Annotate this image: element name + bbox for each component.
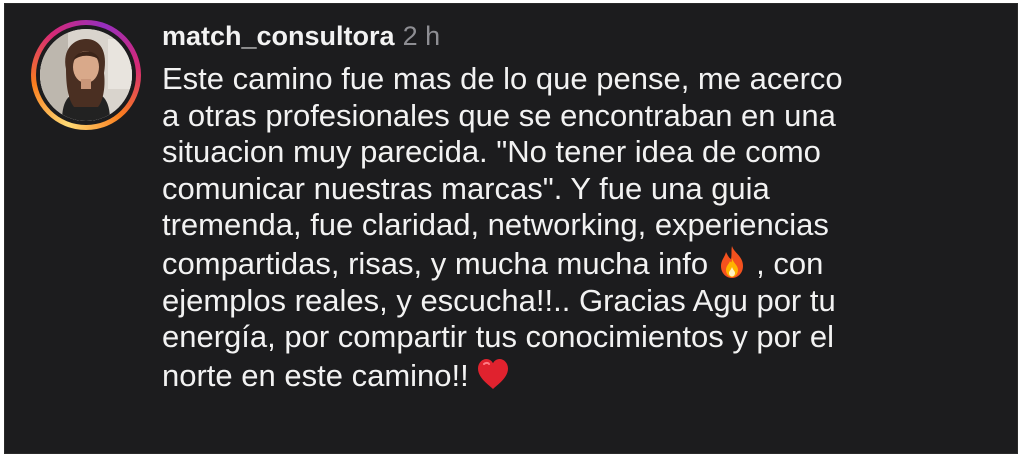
comment-line-part: compartidas, risas, y mucha mucha info [162,245,709,281]
comment-line: a otras profesionales que se encontraban… [162,97,836,133]
fire-emoji-icon [714,244,750,280]
comment-line-part: , con [756,245,824,281]
comment-line: comunicar nuestras marcas". Y fue una gu… [162,170,770,206]
comment-line: norte en este camino!! [162,356,1012,395]
profile-photo [40,29,132,121]
red-heart-emoji-icon [475,356,511,392]
comment-line: ejemplos reales, y escucha!!.. Gracias A… [162,282,836,318]
comment-header: match_consultora 2 h [162,16,440,56]
comment-line: Este camino fue mas de lo que pense, me … [162,61,843,96]
comment-line: tremenda, fue claridad, networking, expe… [162,207,829,243]
comment-text: Este camino fue mas de lo que pense, me … [162,61,1012,394]
username[interactable]: match_consultora [162,21,395,51]
timestamp: 2 h [402,21,441,51]
comment-line-part: norte en este camino!! [162,357,469,393]
comment-line: situacion muy parecida. "No tener idea d… [162,134,821,170]
comment-card: match_consultora 2 h Este camino fue mas … [4,3,1018,454]
story-ring[interactable] [31,20,141,130]
comment-line: energía, por compartir tus conocimientos… [162,319,834,355]
avatar[interactable] [40,29,132,121]
comment-line: compartidas, risas, y mucha mucha info ,… [162,244,1012,283]
